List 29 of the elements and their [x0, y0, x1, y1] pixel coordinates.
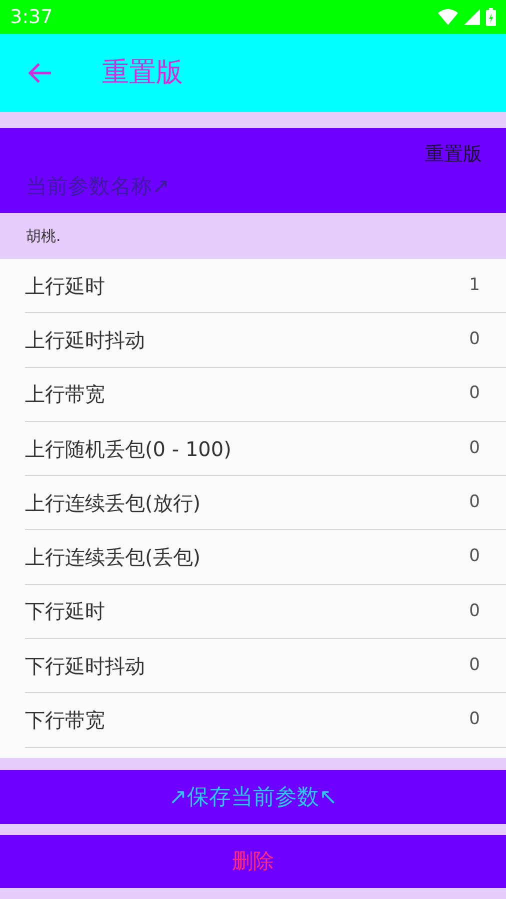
- parameter-label: 上行带宽: [25, 381, 105, 408]
- parameter-label: 上行连续丢包(放行): [25, 490, 201, 517]
- parameter-value: 0: [469, 491, 480, 514]
- parameter-label: 下行延时: [25, 598, 105, 626]
- back-arrow-icon: [27, 62, 53, 84]
- preset-name: 胡桃.: [26, 226, 61, 247]
- wifi-icon: [438, 9, 458, 25]
- parameter-label: 上行连续丢包(丢包): [25, 544, 201, 572]
- header-label: 重置版: [425, 142, 482, 167]
- parameter-label: 上行延时: [25, 272, 105, 300]
- delete-button[interactable]: 删除: [0, 835, 506, 888]
- parameter-value: 0: [469, 382, 480, 406]
- parameter-value: 0: [469, 600, 480, 623]
- name-input-field[interactable]: 当前参数名称↗: [26, 170, 326, 202]
- parameter-value: 1: [469, 274, 480, 297]
- parameter-label: 上行延时抖动: [25, 326, 145, 354]
- parameter-label: 下行延时抖动: [25, 652, 145, 680]
- parameter-label: 上行随机丢包(0 - 100): [25, 436, 232, 463]
- battery-icon: [486, 8, 496, 26]
- save-button[interactable]: ↗保存当前参数↖: [0, 770, 506, 824]
- status-time: 3:37: [10, 4, 53, 30]
- parameter-value: 0: [469, 436, 480, 460]
- screen-title: 重置版: [102, 56, 183, 90]
- parameter-value: 0: [469, 654, 480, 677]
- signal-icon: [464, 9, 480, 25]
- parameter-value: 0: [469, 328, 480, 352]
- parameter-value: 0: [469, 708, 480, 732]
- parameter-value: 0: [469, 545, 480, 568]
- parameter-label: 下行带宽: [25, 707, 105, 734]
